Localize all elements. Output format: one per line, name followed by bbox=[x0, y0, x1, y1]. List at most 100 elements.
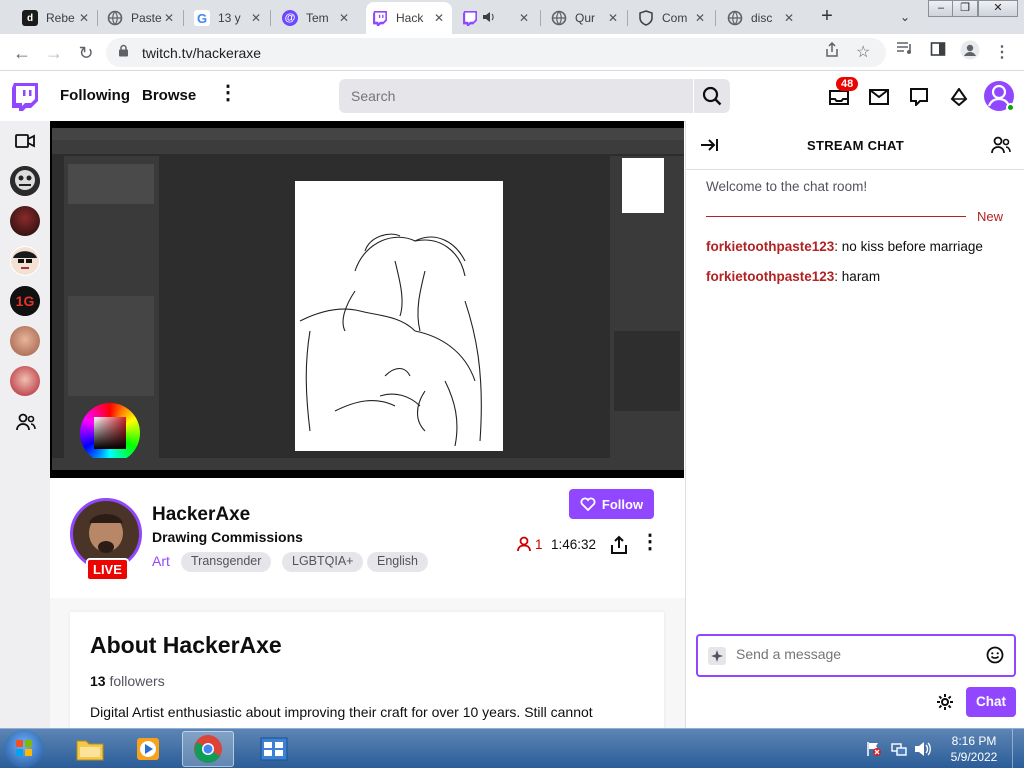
stream-chat-panel: STREAM CHAT Welcome to the chat room! Ne… bbox=[685, 121, 1024, 728]
network-icon[interactable] bbox=[891, 741, 907, 760]
tag-transgender[interactable]: Transgender bbox=[181, 552, 272, 572]
twitch-logo-icon[interactable] bbox=[12, 83, 38, 111]
tab-title: Paste bbox=[131, 11, 162, 25]
channel-avatar[interactable] bbox=[10, 366, 40, 396]
clock-date: 5/9/2022 bbox=[950, 750, 998, 764]
tab-3[interactable]: @ Tem ✕ bbox=[276, 4, 357, 32]
back-arrow-icon[interactable]: ← bbox=[10, 41, 34, 65]
viewer-person-icon bbox=[517, 536, 531, 552]
chat-settings-gear-icon[interactable] bbox=[936, 693, 954, 714]
video-player[interactable] bbox=[50, 121, 684, 478]
new-tab-button[interactable]: + bbox=[815, 6, 839, 28]
side-panel-icon[interactable] bbox=[928, 41, 948, 62]
heart-icon bbox=[580, 497, 596, 511]
chat-input-box[interactable] bbox=[696, 634, 1016, 677]
media-player-icon[interactable] bbox=[122, 731, 174, 767]
viewer-count-value: 1 bbox=[535, 536, 543, 552]
community-users-icon[interactable] bbox=[991, 136, 1011, 157]
more-options-icon[interactable]: ⋮ bbox=[640, 532, 660, 552]
channel-avatar[interactable] bbox=[10, 246, 40, 276]
tab-title: Tem bbox=[306, 11, 329, 25]
chat-welcome-message: Welcome to the chat room! bbox=[706, 179, 868, 194]
audio-playing-icon bbox=[482, 11, 517, 26]
new-messages-divider bbox=[706, 216, 966, 217]
chat-bubble-icon[interactable] bbox=[907, 85, 931, 109]
close-icon[interactable]: ✕ bbox=[517, 11, 531, 25]
chat-username[interactable]: forkietoothpaste123 bbox=[706, 269, 834, 284]
clock-time: 8:16 PM bbox=[951, 734, 997, 748]
close-icon[interactable]: ✕ bbox=[249, 11, 263, 25]
about-heading: About HackerAxe bbox=[90, 632, 282, 658]
tab-8[interactable]: disc ✕ bbox=[721, 4, 802, 32]
tab-5[interactable]: ✕ bbox=[456, 4, 537, 32]
online-status-dot bbox=[1006, 103, 1015, 112]
stream-uptime: 1:46:32 bbox=[551, 537, 597, 552]
share-icon[interactable] bbox=[824, 41, 840, 63]
share-icon[interactable] bbox=[609, 535, 629, 555]
tab-1[interactable]: Paste ✕ bbox=[101, 4, 182, 32]
chevron-down-icon[interactable]: ⌄ bbox=[896, 6, 914, 28]
chrome-icon[interactable] bbox=[182, 731, 234, 767]
start-button[interactable] bbox=[4, 730, 44, 768]
control-panel-icon[interactable] bbox=[248, 731, 300, 767]
media-control-icon[interactable] bbox=[895, 41, 915, 60]
browse-link[interactable]: Browse bbox=[142, 87, 196, 104]
search-button[interactable] bbox=[694, 79, 730, 113]
tab-title: Qur bbox=[575, 11, 596, 25]
close-icon[interactable]: ✕ bbox=[432, 11, 446, 25]
profile-icon[interactable] bbox=[960, 40, 980, 65]
reload-icon[interactable]: ↻ bbox=[74, 41, 98, 65]
tab-4-active[interactable]: Hack ✕ bbox=[366, 2, 452, 34]
chat-message-input[interactable] bbox=[736, 646, 976, 662]
chat-username[interactable]: forkietoothpaste123 bbox=[706, 239, 834, 254]
close-icon[interactable]: ✕ bbox=[693, 11, 707, 25]
tab-0[interactable]: d Rebe ✕ bbox=[16, 4, 97, 32]
close-window-button[interactable]: ✕ bbox=[978, 0, 1018, 17]
chat-message-text: : haram bbox=[834, 269, 881, 284]
tag-english[interactable]: English bbox=[367, 552, 428, 572]
bookmark-star-icon[interactable]: ☆ bbox=[856, 42, 870, 62]
search-input[interactable] bbox=[339, 79, 693, 113]
restore-button[interactable]: ❐ bbox=[952, 0, 978, 17]
show-desktop-button[interactable] bbox=[1012, 729, 1024, 768]
address-bar[interactable]: twitch.tv/hackeraxe ☆ bbox=[106, 38, 886, 67]
taskbar-clock[interactable]: 8:16 PM 5/9/2022 bbox=[944, 733, 1004, 765]
tab-title: Rebe bbox=[46, 11, 75, 25]
browser-menu-icon[interactable]: ⋮ bbox=[992, 42, 1012, 62]
emoji-smiley-icon[interactable] bbox=[986, 646, 1004, 667]
more-options-icon[interactable]: ⋮ bbox=[218, 83, 238, 103]
lock-icon bbox=[118, 44, 129, 60]
sparkle-icon[interactable] bbox=[708, 647, 726, 665]
follow-button[interactable]: Follow bbox=[569, 489, 654, 519]
channel-avatar[interactable] bbox=[10, 206, 40, 236]
channel-name[interactable]: HackerAxe bbox=[152, 504, 250, 526]
channel-avatar[interactable] bbox=[10, 326, 40, 356]
globe-icon bbox=[107, 10, 123, 26]
following-link[interactable]: Following bbox=[60, 87, 130, 104]
action-center-flag-icon[interactable] bbox=[866, 741, 882, 760]
channel-avatar[interactable] bbox=[10, 166, 40, 196]
file-explorer-icon[interactable] bbox=[64, 731, 116, 767]
tab-7[interactable]: Com ✕ bbox=[632, 4, 713, 32]
recommended-friends-icon[interactable] bbox=[16, 413, 36, 434]
category-link[interactable]: Art bbox=[152, 553, 170, 569]
volume-speaker-icon[interactable] bbox=[914, 741, 932, 760]
close-icon[interactable]: ✕ bbox=[337, 11, 351, 25]
close-icon[interactable]: ✕ bbox=[77, 11, 91, 25]
user-avatar[interactable] bbox=[984, 81, 1015, 112]
bits-gem-icon[interactable] bbox=[947, 85, 971, 109]
close-icon[interactable]: ✕ bbox=[606, 11, 620, 25]
tab-2[interactable]: G 13 y ✕ bbox=[188, 4, 269, 32]
whispers-mail-icon[interactable] bbox=[867, 85, 891, 109]
close-icon[interactable]: ✕ bbox=[162, 11, 176, 25]
chat-send-button[interactable]: Chat bbox=[966, 687, 1016, 717]
close-icon[interactable]: ✕ bbox=[782, 11, 796, 25]
browser-tab-strip: d Rebe ✕ Paste ✕ G 13 y ✕ @ Tem ✕ Hack ✕… bbox=[0, 0, 1024, 34]
tab-6[interactable]: Qur ✕ bbox=[545, 4, 626, 32]
forward-arrow-icon[interactable]: → bbox=[42, 41, 66, 65]
channel-avatar[interactable]: 1G bbox=[10, 286, 40, 316]
video-camera-icon[interactable] bbox=[15, 134, 35, 151]
minimize-button[interactable]: – bbox=[928, 0, 954, 17]
tag-lgbtqia[interactable]: LGBTQIA+ bbox=[282, 552, 364, 572]
tab-title: 13 y bbox=[218, 11, 241, 25]
